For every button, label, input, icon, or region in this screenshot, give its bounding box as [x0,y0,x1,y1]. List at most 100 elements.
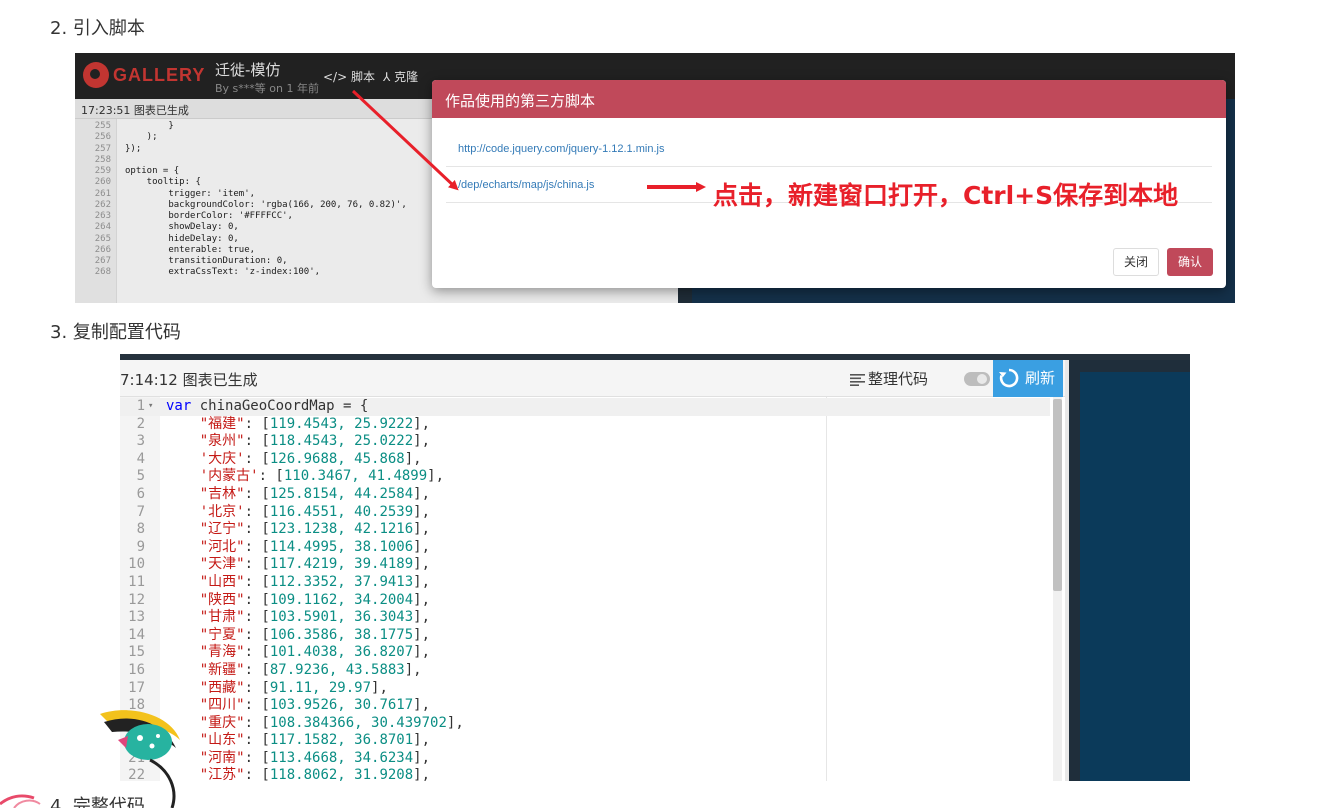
code-line: 5 '内蒙古': [110.3467, 41.4899], [120,468,1050,486]
line-number: 16 [128,661,145,678]
province-name: "天津" [199,556,245,573]
auto-refresh-toggle[interactable] [964,372,990,386]
code-text: "重庆": [108.384366, 30.439702], [199,714,464,731]
line-number: 3 [136,433,145,450]
province-name: '北京' [199,503,245,520]
code-line: 13 "甘肃": [103.5901, 36.3043], [120,609,1050,627]
confirm-button[interactable]: 确认 [1167,248,1213,276]
modal-title: 作品使用的第三方脚本 [432,80,1226,118]
line-number: 12 [128,591,145,608]
work-byline: By s***等 on 1 年前 [215,82,319,95]
province-name: "山西" [199,573,245,590]
code-line: 7 '北京': [116.4551, 40.2539], [120,504,1050,522]
code-text: '内蒙古': [110.3467, 41.4899], [199,468,445,485]
coordinates: 87.9236, 43.5883 [269,661,405,678]
editor-toolbar: 7:14:12 图表已生成 整理代码 [120,360,1065,397]
line-number: 15 [128,644,145,661]
editor-code-lines[interactable]: 1 ▾ var chinaGeoCoordMap = { 2 "福建": [119.4… [120,398,1050,781]
work-title: 迁徙-模仿 [215,61,281,79]
coordinates: 101.4038, 36.8207 [269,644,414,661]
gallery-logo-icon[interactable] [83,62,109,88]
code-line: 21 "河南": [113.4668, 34.6234], [120,750,1050,768]
province-name: "山东" [199,732,245,749]
code-text: "河北": [114.4995, 38.1006], [199,538,431,555]
line-number: 9 [136,538,145,555]
scrollbar-thumb[interactable] [1053,399,1062,591]
fork-button-label: 克隆 [394,70,419,84]
code-line: 11 "山西": [112.3352, 37.9413], [120,574,1050,592]
coordinates: 126.9688, 45.868 [269,450,405,467]
code-rest: chinaGeoCoordMap = { [191,398,369,414]
code-line: 19 "重庆": [108.384366, 30.439702], [120,715,1050,733]
code-text: "江苏": [118.8062, 31.9208], [166,767,430,781]
coordinates: 117.4219, 39.4189 [269,556,414,573]
coordinates: 108.384366, 30.439702 [269,714,447,731]
province-name: '大庆' [199,450,245,467]
code-text: "宁夏": [106.3586, 38.1775], [199,626,431,643]
coordinates: 114.4995, 38.1006 [269,538,414,555]
refresh-icon [999,368,1019,388]
gallery-logo-text[interactable]: GALLERY [113,65,205,86]
step-3-heading: 3. 复制配置代码 [50,322,181,343]
fold-toggle-icon[interactable]: ▾ [148,398,153,416]
code-line: 12 "陕西": [109.1162, 34.2004], [120,592,1050,610]
coordinates: 103.9526, 30.7617 [269,697,414,714]
province-name: "吉林" [199,485,245,502]
province-name: "河北" [199,538,245,555]
province-name: "泉州" [199,433,245,450]
line-number: 6 [136,485,145,502]
format-code-button[interactable]: 整理代码 [848,368,928,389]
coordinates: 113.4668, 34.6234 [269,749,414,766]
jquery-script-link[interactable]: http://code.jquery.com/jquery-1.12.1.min… [458,143,664,155]
province-name: "新疆" [199,661,245,678]
coordinates: 110.3467, 41.4899 [283,468,428,485]
line-number: 8 [136,521,145,538]
line-number: 13 [128,609,145,626]
code-line: 1 ▾ var chinaGeoCoordMap = { [120,398,1050,416]
divider [446,166,1212,167]
code-line: 20 "山东": [117.1582, 36.8701], [120,732,1050,750]
code-line: 22 "江苏": [118.8062, 31.9208], [120,767,1050,781]
fork-button[interactable]: ⅄ 克隆 [383,68,418,85]
code-line: 6 "吉林": [125.8154, 44.2584], [120,486,1050,504]
coordinates: 119.4543, 25.9222 [269,415,414,432]
code-text: "山东": [117.1582, 36.8701], [199,732,431,749]
coordinates: 125.8154, 44.2584 [269,485,414,502]
coordinates: 118.4543, 25.0222 [269,433,414,450]
line-number: 10 [128,556,145,573]
script-button[interactable]: </> 脚本 [323,68,375,85]
province-name: "福建" [199,415,245,432]
coordinates: 118.8062, 31.9208 [269,767,414,781]
coordinates: 117.1582, 36.8701 [269,732,414,749]
code-text: '北京': [116.4551, 40.2539], [199,503,431,520]
china-map-script-link[interactable]: /dep/echarts/map/js/china.js [458,179,594,191]
province-name: "青海" [199,644,245,661]
step-2-heading: 2. 引入脚本 [50,18,145,39]
province-name: "甘肃" [199,609,245,626]
code-text: "四川": [103.9526, 30.7617], [199,697,431,714]
close-button[interactable]: 关闭 [1113,248,1159,276]
code-text: "新疆": [87.9236, 43.5883], [199,661,422,678]
province-name: "宁夏" [199,626,245,643]
line-number: 11 [128,573,145,590]
editor-status: 7:14:12 图表已生成 [120,371,258,389]
code-text: "泉州": [118.4543, 25.0222], [199,433,431,450]
format-code-label: 整理代码 [868,370,929,388]
province-name: "江苏" [199,767,245,781]
province-name: "陕西" [199,591,245,608]
code-text: "吉林": [125.8154, 44.2584], [199,485,431,502]
code-line: 17 "西藏": [91.11, 29.97], [120,680,1050,698]
coordinates: 103.5901, 36.3043 [269,609,414,626]
line-number: 17 [128,679,145,696]
script-button-label: 脚本 [350,70,375,84]
code-line: 2 "福建": [119.4543, 25.9222], [120,416,1050,434]
code-line: 14 "宁夏": [106.3586, 38.1775], [120,627,1050,645]
line-number: 14 [128,626,145,643]
line-number: 1 [136,398,145,414]
code-line: 3 "泉州": [118.4543, 25.0222], [120,433,1050,451]
fork-icon: ⅄ [383,70,391,84]
province-name: "辽宁" [199,521,245,538]
line-number: 5 [136,468,145,485]
code-icon: </> [323,70,348,84]
keyword: var [166,398,192,414]
